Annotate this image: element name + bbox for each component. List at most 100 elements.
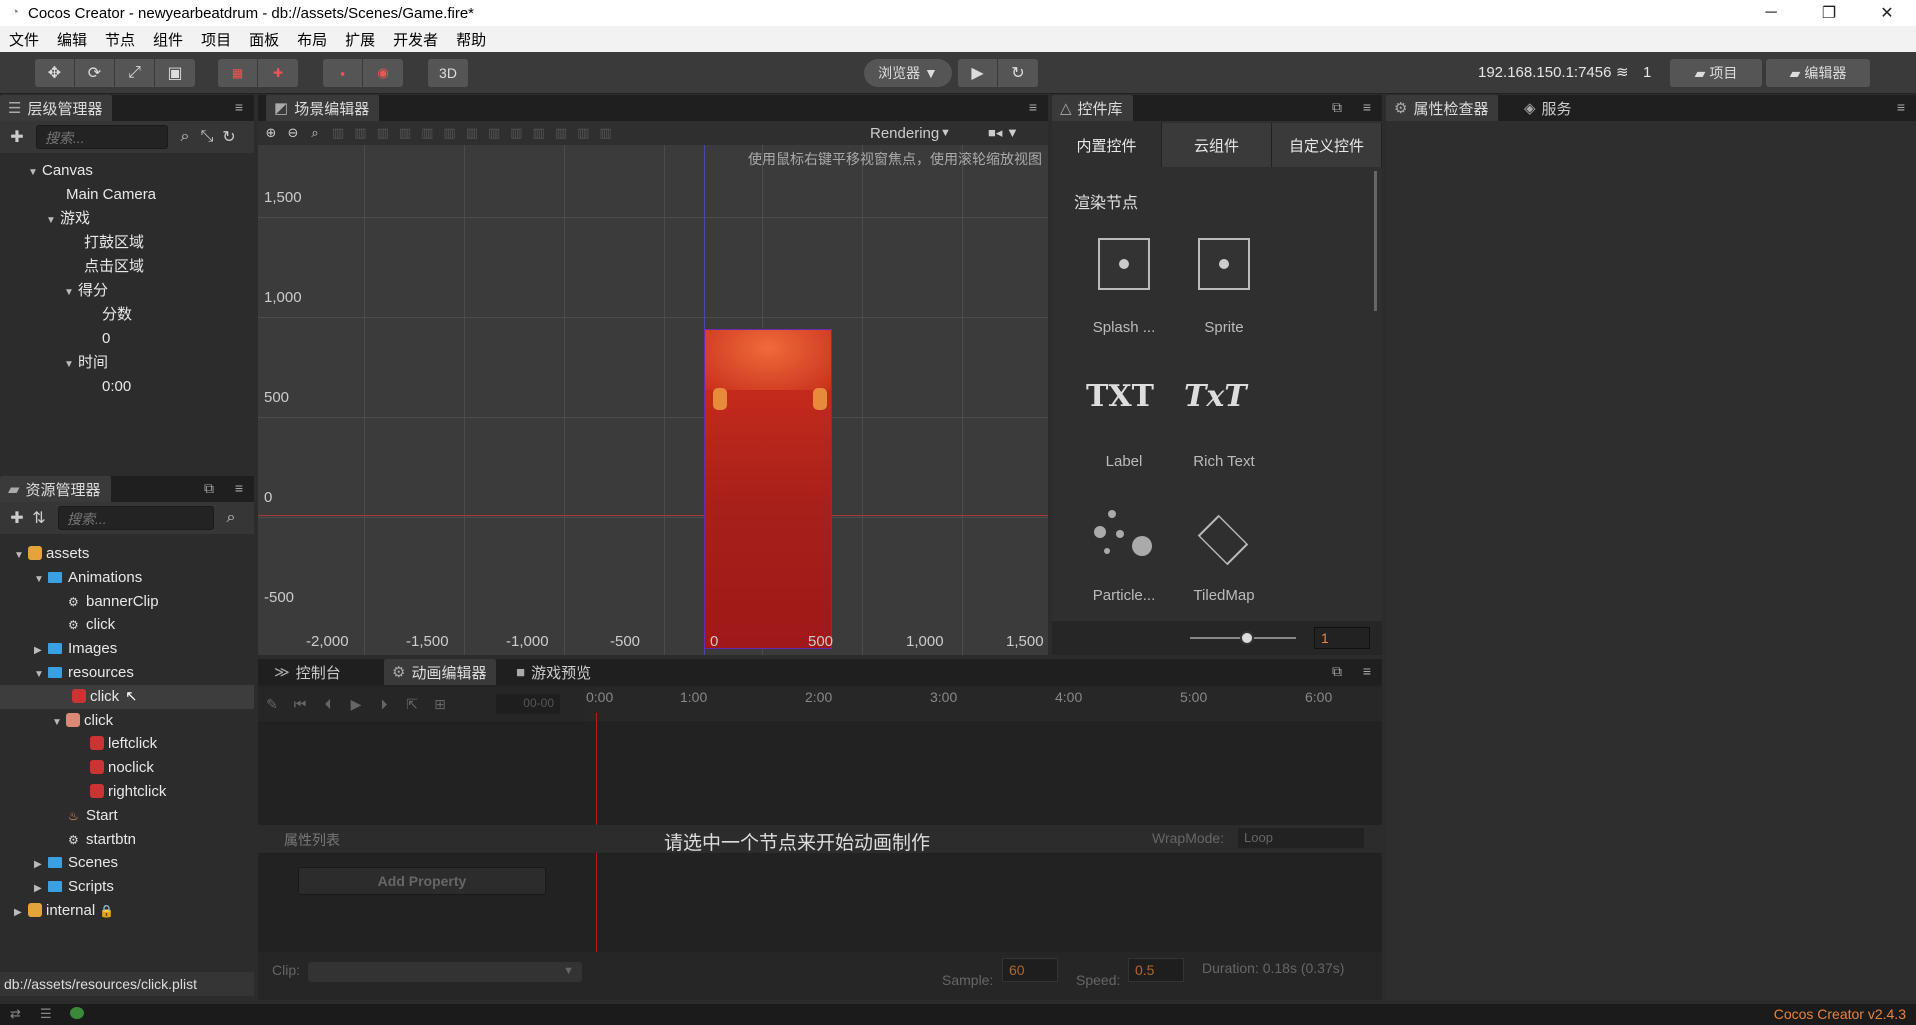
menu-layout[interactable]: 布局 bbox=[288, 29, 336, 50]
sort-icon[interactable]: ⇅ bbox=[28, 508, 50, 528]
menu-node[interactable]: 节点 bbox=[96, 29, 144, 50]
tree-item[interactable]: rightclick bbox=[0, 780, 254, 804]
rect-tool-icon[interactable]: ▣ bbox=[155, 59, 195, 87]
frame-input[interactable]: 00-00 bbox=[496, 694, 560, 714]
scene-tab[interactable]: ◩ 场景编辑器 bbox=[266, 95, 380, 121]
sample-input[interactable]: 60 bbox=[1002, 958, 1058, 982]
minimize-button[interactable]: ─ bbox=[1742, 0, 1800, 26]
add-node-icon[interactable]: ✚ bbox=[6, 127, 28, 147]
tree-node[interactable]: Main Camera bbox=[0, 183, 156, 207]
clip-select[interactable]: ▼ bbox=[308, 962, 582, 982]
scene-viewport[interactable]: 使用鼠标右键平移视窗焦点，使用滚轮缩放视图 1,500 1,000 500 0 … bbox=[258, 145, 1048, 655]
snap-icon[interactable]: ▪ bbox=[323, 59, 363, 87]
splash-icon[interactable] bbox=[1098, 238, 1150, 290]
timeline-ruler[interactable]: 0:00 1:00 2:00 3:00 4:00 5:00 6:00 bbox=[584, 687, 1382, 721]
hierarchy-search-input[interactable]: 搜索... bbox=[36, 125, 168, 149]
search-icon[interactable]: ⌕ bbox=[220, 509, 242, 527]
prev-frame-icon[interactable]: ⏴ bbox=[314, 696, 342, 713]
panel-menu-icon[interactable]: ≡ bbox=[230, 480, 248, 498]
menu-extension[interactable]: 扩展 bbox=[336, 29, 384, 50]
tree-item[interactable]: ⚙ startbtn bbox=[0, 828, 254, 852]
tree-item[interactable]: ♨ Start bbox=[0, 804, 254, 828]
zoom-reset-icon[interactable]: ⌕ bbox=[304, 125, 326, 141]
assets-search-input[interactable]: 搜索... bbox=[58, 506, 214, 530]
menu-panel[interactable]: 面板 bbox=[240, 29, 288, 50]
tree-item[interactable]: ▶ Images bbox=[0, 637, 254, 661]
next-frame-icon[interactable]: ⏵ bbox=[370, 696, 398, 713]
sprite-icon[interactable] bbox=[1198, 238, 1250, 290]
close-button[interactable]: ✕ bbox=[1858, 0, 1916, 26]
play-icon[interactable]: ▶ bbox=[958, 59, 998, 87]
tree-item[interactable]: ▶ internal 🔒 bbox=[0, 899, 254, 923]
pivot-icon[interactable]: ▦ bbox=[218, 59, 258, 87]
tree-node[interactable]: ▼ 时间 bbox=[0, 351, 156, 375]
tree-item[interactable]: ▼ Animations bbox=[0, 566, 254, 590]
collapse-icon[interactable]: ⤡ bbox=[196, 128, 218, 146]
tree-item[interactable]: ▼ resources bbox=[0, 661, 254, 685]
play-icon[interactable]: ▶ bbox=[342, 696, 370, 713]
tree-item[interactable]: ▼ click bbox=[0, 709, 254, 733]
project-button[interactable]: ▰ 项目 bbox=[1670, 59, 1762, 87]
tree-item-selected[interactable]: click ↖ bbox=[0, 684, 254, 709]
tree-item[interactable]: ▶ Scenes bbox=[0, 851, 254, 875]
tiledmap-icon[interactable] bbox=[1197, 514, 1249, 566]
zoom-slider-thumb[interactable] bbox=[1240, 631, 1254, 645]
search-icon[interactable]: ⌕ bbox=[174, 128, 196, 146]
service-tab[interactable]: ◈ 服务 bbox=[1516, 95, 1582, 121]
animation-tab[interactable]: ⚙ 动画编辑器 bbox=[384, 659, 497, 685]
console-tab[interactable]: ≫ 控制台 bbox=[266, 659, 351, 685]
inspector-tab[interactable]: ⚙ 属性检查器 bbox=[1386, 95, 1499, 121]
panel-menu-icon[interactable]: ≡ bbox=[1358, 663, 1376, 681]
speed-input[interactable]: 0.5 bbox=[1128, 958, 1184, 982]
tree-item[interactable]: ⚙ bannerClip bbox=[0, 590, 254, 614]
menu-file[interactable]: 文件 bbox=[0, 29, 48, 50]
menu-component[interactable]: 组件 bbox=[144, 29, 192, 50]
tab-builtin[interactable]: 内置控件 bbox=[1052, 123, 1162, 167]
tree-item[interactable]: leftclick bbox=[0, 732, 254, 756]
popout-icon[interactable]: ⧉ bbox=[1328, 99, 1346, 117]
database-icon[interactable]: ☰ bbox=[40, 1006, 52, 1022]
skip-start-icon[interactable]: ⏮ bbox=[286, 696, 314, 713]
tree-item[interactable]: noclick bbox=[0, 756, 254, 780]
add-asset-icon[interactable]: ✚ bbox=[6, 508, 28, 528]
tab-custom[interactable]: 自定义控件 bbox=[1272, 123, 1382, 167]
panel-menu-icon[interactable]: ≡ bbox=[1892, 99, 1910, 117]
game-preview-tab[interactable]: ■ 游戏预览 bbox=[508, 659, 601, 685]
tree-node[interactable]: 0:00 bbox=[0, 375, 156, 399]
render-mode-select[interactable]: Rendering bbox=[870, 125, 939, 142]
menu-developer[interactable]: 开发者 bbox=[384, 29, 447, 50]
panel-menu-icon[interactable]: ≡ bbox=[230, 99, 248, 117]
gizmo-icon[interactable]: ◉ bbox=[363, 59, 403, 87]
tab-cloud[interactable]: 云组件 bbox=[1162, 123, 1272, 167]
move-tool-icon[interactable]: ✥ bbox=[35, 59, 75, 87]
scale-tool-icon[interactable]: ⤢ bbox=[115, 59, 155, 87]
tree-node[interactable]: 0 bbox=[0, 327, 156, 351]
mode-3d-button[interactable]: 3D bbox=[428, 59, 468, 87]
tree-node[interactable]: 分数 bbox=[0, 303, 156, 327]
add-property-button[interactable]: Add Property bbox=[298, 867, 546, 895]
zoom-out-icon[interactable]: ⊖ bbox=[282, 125, 304, 141]
popout-icon[interactable]: ⧉ bbox=[1328, 663, 1346, 681]
tree-item[interactable]: ⚙ click bbox=[0, 613, 254, 637]
tree-item[interactable]: ▼ assets bbox=[0, 542, 254, 566]
maximize-button[interactable]: ❐ bbox=[1800, 0, 1858, 26]
rich-text-icon[interactable]: TxT bbox=[1184, 379, 1247, 414]
tree-node[interactable]: ▼ 游戏 bbox=[0, 207, 156, 231]
refresh-icon[interactable]: ↻ bbox=[998, 59, 1038, 87]
wrapmode-select[interactable]: Loop bbox=[1238, 828, 1364, 848]
tree-node[interactable]: 打鼓区域 bbox=[0, 231, 156, 255]
browser-select[interactable]: 浏览器 ▼ bbox=[864, 59, 952, 87]
menu-help[interactable]: 帮助 bbox=[447, 29, 495, 50]
tree-node[interactable]: 点击区域 bbox=[0, 255, 156, 279]
chevron-down-icon[interactable]: ▼ bbox=[940, 127, 951, 139]
export-icon[interactable]: ⇱ bbox=[398, 696, 426, 713]
game-canvas-preview[interactable] bbox=[704, 329, 832, 649]
library-tab[interactable]: △ 控件库 bbox=[1052, 95, 1133, 121]
tree-item[interactable]: ▶ Scripts bbox=[0, 875, 254, 899]
camera-icon[interactable]: ■◂ ▼ bbox=[988, 125, 1019, 141]
library-scrollbar[interactable] bbox=[1374, 171, 1377, 311]
edit-icon[interactable]: ✎ bbox=[258, 696, 286, 713]
console-toggle-icon[interactable]: ⇄ bbox=[10, 1006, 21, 1022]
rotate-tool-icon[interactable]: ⟳ bbox=[75, 59, 115, 87]
tree-node[interactable]: ▼ Canvas bbox=[0, 159, 156, 183]
